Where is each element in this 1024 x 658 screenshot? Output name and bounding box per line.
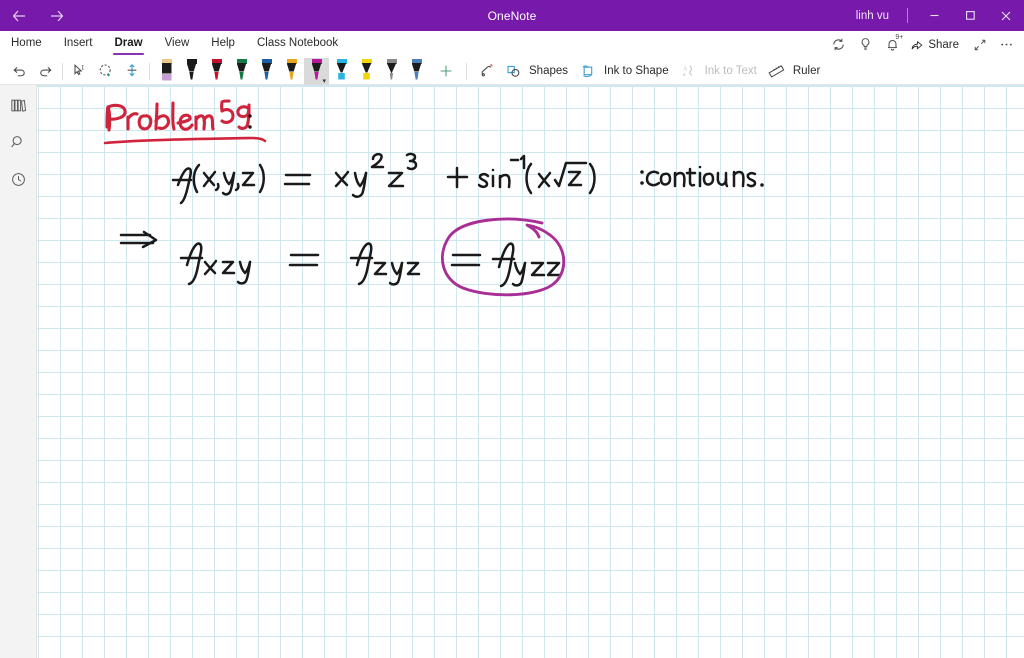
- lightbulb-icon[interactable]: [852, 31, 879, 58]
- pencil-gray[interactable]: [379, 58, 404, 85]
- ink-layer: [103, 99, 764, 297]
- chevron-down-icon[interactable]: ▾: [322, 78, 326, 85]
- eraser-icon[interactable]: [474, 59, 500, 84]
- note-page-canvas[interactable]: [37, 85, 1024, 658]
- pen-steel-blue[interactable]: [404, 58, 429, 85]
- ink-to-text-icon: Aa: [676, 59, 702, 84]
- forward-arrow-icon[interactable]: [44, 3, 70, 29]
- onenote-window: OneNote linh vu Home Insert Draw View He…: [0, 0, 1024, 658]
- back-arrow-icon[interactable]: [6, 3, 32, 29]
- title-divider: [907, 8, 908, 23]
- title-bar: OneNote linh vu: [0, 0, 1024, 31]
- ink-to-text-button[interactable]: Aa Ink to Text: [676, 59, 764, 84]
- undo-icon[interactable]: [6, 59, 32, 84]
- lasso-select-icon[interactable]: [93, 59, 119, 84]
- pen-glyph: [360, 58, 373, 83]
- ribbon-right-actions: 9+ Share: [825, 31, 1020, 58]
- draw-toolbar: I ▾ Shapes Ink to Shape A a Ink to Text …: [0, 57, 1024, 85]
- shapes-label: Shapes: [529, 65, 569, 77]
- recent-notes-clock-icon[interactable]: [4, 166, 32, 192]
- close-button[interactable]: [988, 0, 1024, 31]
- share-label: Share: [928, 38, 959, 51]
- add-pen-icon[interactable]: [433, 59, 459, 84]
- notebooks-icon[interactable]: [4, 92, 32, 118]
- ribbon-tab-bar: Home Insert Draw View Help Class Noteboo…: [0, 31, 1024, 58]
- highlighter-yellow[interactable]: [354, 58, 379, 85]
- expand-icon[interactable]: [966, 31, 993, 58]
- pen-magenta-selected[interactable]: ▾: [304, 57, 329, 85]
- search-icon[interactable]: [4, 129, 32, 155]
- pen-glyph: [385, 58, 398, 83]
- pen-glyph: [185, 58, 198, 83]
- shapes-button[interactable]: Shapes: [500, 59, 575, 84]
- toolbar-divider-2: [149, 62, 150, 80]
- pen-glyph: [260, 58, 273, 83]
- restore-button[interactable]: [952, 0, 988, 31]
- more-options-icon[interactable]: [993, 31, 1020, 58]
- svg-text:I: I: [82, 64, 85, 72]
- ink-stroke-equation-line-1: [171, 152, 764, 205]
- toolbar-divider-1: [62, 62, 63, 80]
- pen-glyph: [285, 58, 298, 83]
- ruler-button[interactable]: Ruler: [764, 59, 827, 84]
- ink-stroke-heading-underline: [103, 136, 267, 145]
- account-name[interactable]: linh vu: [846, 10, 899, 22]
- tab-draw[interactable]: Draw: [103, 31, 153, 58]
- notifications-bell-icon[interactable]: 9+: [879, 31, 906, 58]
- share-button[interactable]: Share: [906, 31, 966, 58]
- left-navigation-rail: [0, 85, 37, 658]
- pen-red[interactable]: [204, 58, 229, 85]
- ink-to-text-label: Ink to Text: [704, 65, 757, 77]
- pen-glyph: [160, 58, 173, 83]
- pen-green[interactable]: [229, 58, 254, 85]
- tab-help[interactable]: Help: [200, 31, 246, 58]
- svg-text:a: a: [683, 72, 686, 78]
- pen-yellow[interactable]: [279, 58, 304, 85]
- ink-stroke-heading-problem-59: [105, 99, 251, 132]
- title-bar-right: linh vu: [846, 0, 1024, 31]
- highlighter-cyan[interactable]: [329, 58, 354, 85]
- pen-glyph: [335, 58, 348, 83]
- tab-view[interactable]: View: [154, 31, 201, 58]
- pen-black[interactable]: [179, 58, 204, 85]
- pen-glyph: [310, 58, 323, 83]
- ink-to-shape-icon: [575, 59, 601, 84]
- pen-glyph: [210, 58, 223, 83]
- redo-icon[interactable]: [32, 59, 58, 84]
- ink-stroke-equation-line-2: [119, 230, 562, 288]
- shapes-icon: [500, 59, 526, 84]
- ruler-label: Ruler: [792, 65, 821, 77]
- select-icon[interactable]: I: [67, 59, 93, 84]
- ink-to-shape-button[interactable]: Ink to Shape: [575, 59, 676, 84]
- notification-badge: 9+: [895, 34, 904, 41]
- pen-pencil-lavender[interactable]: [154, 58, 179, 85]
- toolbar-divider-3: [466, 62, 467, 80]
- tab-class-notebook[interactable]: Class Notebook: [246, 31, 349, 58]
- pen-glyph: [235, 58, 248, 83]
- minimize-button[interactable]: [916, 0, 952, 31]
- pen-glyph: [410, 58, 423, 83]
- ink-to-shape-label: Ink to Shape: [604, 65, 669, 77]
- sync-icon[interactable]: [825, 31, 852, 58]
- share-icon: [910, 38, 924, 52]
- pen-blue[interactable]: [254, 58, 279, 85]
- nav-buttons: [0, 3, 70, 29]
- tab-home[interactable]: Home: [0, 31, 53, 58]
- tab-insert[interactable]: Insert: [53, 31, 104, 58]
- ruler-icon: [764, 59, 790, 84]
- insert-space-icon[interactable]: [119, 59, 145, 84]
